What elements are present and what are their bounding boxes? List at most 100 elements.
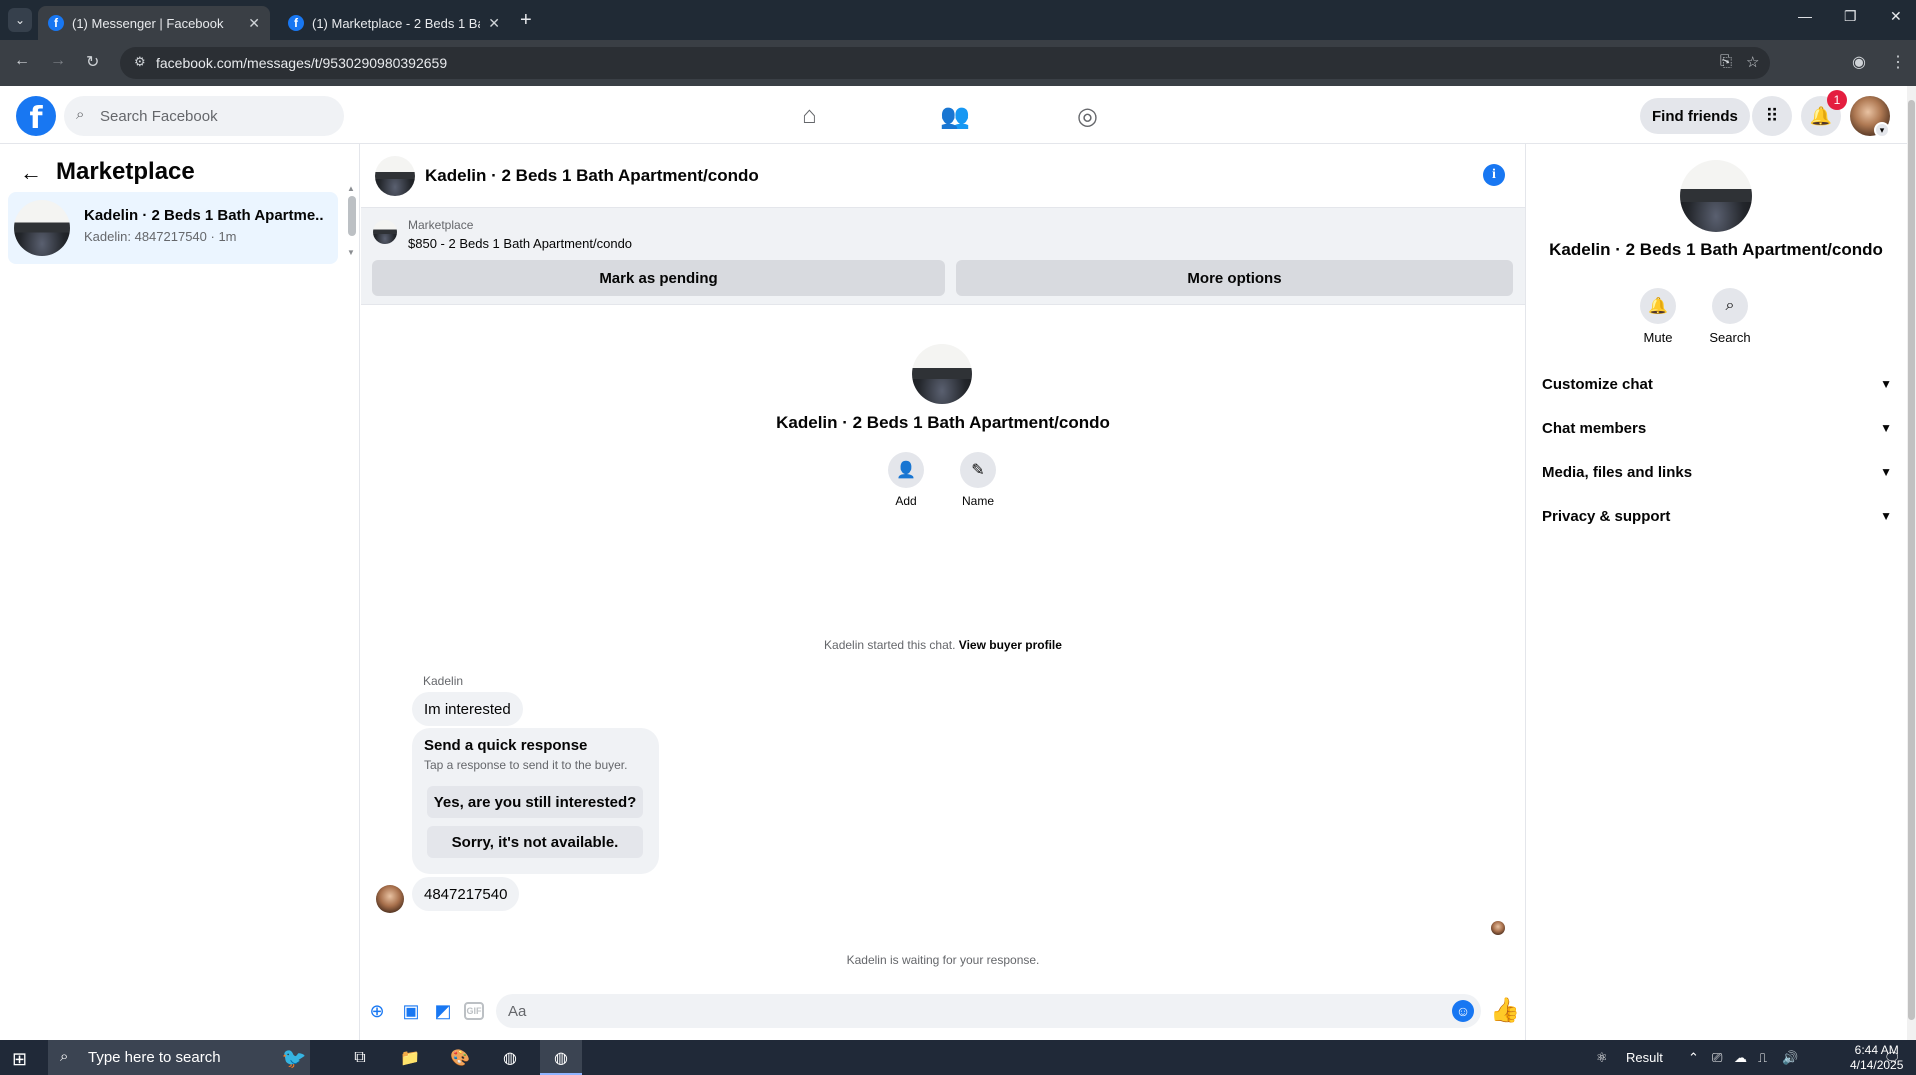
- conversation-preview: Kadelin: 4847217540 · 1m: [84, 229, 237, 244]
- url-text: facebook.com/messages/t/9530290980392659: [156, 55, 448, 71]
- listing-title[interactable]: $850 - 2 Beds 1 Bath Apartment/condo: [408, 236, 632, 251]
- info-icon[interactable]: i: [1483, 164, 1505, 186]
- paint-app-icon[interactable]: 🎨: [448, 1046, 472, 1070]
- emoji-icon[interactable]: ☺: [1452, 1000, 1474, 1022]
- chat-details-panel: Kadelin · 2 Beds 1 Bath Apartment/condo …: [1525, 144, 1907, 1040]
- section-label: Customize chat: [1542, 375, 1653, 393]
- message-bubble[interactable]: Im interested: [412, 692, 523, 726]
- facebook-logo-icon[interactable]: f: [16, 96, 56, 136]
- panel-title: Marketplace: [56, 158, 195, 185]
- result-label[interactable]: Result: [1626, 1050, 1663, 1065]
- close-tab-icon[interactable]: ✕: [248, 15, 260, 32]
- intro-avatar: [912, 344, 972, 404]
- section-label: Privacy & support: [1542, 507, 1671, 525]
- bookmark-star-icon[interactable]: ☆: [1746, 53, 1759, 71]
- section-label: Media, files and links: [1542, 463, 1693, 481]
- list-scrollbar[interactable]: [348, 196, 356, 236]
- taskbar-search[interactable]: ⌕ Type here to search: [48, 1040, 310, 1075]
- page-scrollbar-thumb[interactable]: [1908, 100, 1915, 1020]
- browser-profile-icon[interactable]: ◉: [1852, 52, 1866, 72]
- find-friends-button[interactable]: Find friends: [1640, 98, 1750, 134]
- name-label: Name: [961, 494, 994, 508]
- sender-name: Kadelin: [423, 674, 464, 688]
- conversation-name: Kadelin · 2 Beds 1 Bath Apartme...: [84, 207, 324, 224]
- windows-taskbar: ⊞ ⌕ Type here to search 🐦 ⧉ 📁 🎨 ◍ ◍ ⚛ Re…: [0, 1040, 1916, 1075]
- menu-grid-icon[interactable]: ⠿: [1752, 96, 1792, 136]
- browser-menu-icon[interactable]: ⋮: [1890, 52, 1906, 72]
- search-input[interactable]: [100, 96, 330, 136]
- address-bar[interactable]: ⚙ facebook.com/messages/t/95302909803926…: [120, 47, 1770, 79]
- mute-label: Mute: [1643, 330, 1673, 345]
- volume-icon[interactable]: 🔊: [1782, 1050, 1798, 1066]
- task-view-icon[interactable]: ⧉: [348, 1046, 372, 1070]
- back-button[interactable]: ←: [14, 52, 30, 70]
- result-app-icon[interactable]: ⚛: [1596, 1050, 1608, 1066]
- home-icon[interactable]: ⌂: [802, 102, 817, 130]
- quick-response-title: Send a quick response: [424, 737, 588, 754]
- chat-title[interactable]: Kadelin · 2 Beds 1 Bath Apartment/condo: [425, 166, 759, 186]
- bird-widget-icon[interactable]: 🐦: [282, 1046, 307, 1070]
- back-arrow-icon[interactable]: ←: [20, 160, 42, 186]
- section-label: Chat members: [1542, 419, 1647, 437]
- listing-thumbnail[interactable]: [373, 220, 397, 244]
- message-composer: [496, 994, 1481, 1028]
- section-chat-members[interactable]: Chat members ▼: [1542, 410, 1892, 446]
- quick-reply-still-interested-button[interactable]: Yes, are you still interested?: [427, 786, 643, 818]
- add-people-button[interactable]: 👤 Add: [886, 452, 926, 508]
- waiting-notice: Kadelin is waiting for your response.: [846, 953, 1040, 967]
- photo-attach-icon[interactable]: ▣: [400, 1000, 422, 1022]
- add-label: Add: [895, 494, 917, 508]
- tab-messenger[interactable]: f (1) Messenger | Facebook ✕: [38, 6, 270, 40]
- mark-as-pending-button[interactable]: Mark as pending: [372, 260, 945, 296]
- groups-icon[interactable]: ◎: [1077, 102, 1098, 131]
- chat-avatar[interactable]: [375, 156, 415, 196]
- sender-avatar[interactable]: [376, 885, 404, 913]
- quick-reply-not-available-button[interactable]: Sorry, it's not available.: [427, 826, 643, 858]
- notification-center-icon[interactable]: 🗨: [1884, 1050, 1901, 1066]
- marketplace-chat-list: ← Marketplace Kadelin · 2 Beds 1 Bath Ap…: [0, 144, 360, 1040]
- tab-search-dropdown[interactable]: ⌄: [8, 8, 32, 32]
- section-privacy-support[interactable]: Privacy & support ▼: [1542, 498, 1892, 534]
- close-tab-icon[interactable]: ✕: [488, 15, 500, 32]
- quick-response-card: Send a quick response Tap a response to …: [412, 728, 659, 874]
- started-text: Kadelin started this chat.: [824, 638, 956, 652]
- account-chevron-icon[interactable]: ▾: [1874, 122, 1890, 138]
- thumbs-up-icon[interactable]: 👍: [1490, 996, 1520, 1025]
- close-window-button[interactable]: ✕: [1890, 8, 1902, 25]
- message-input[interactable]: [508, 994, 1428, 1028]
- section-media-files-links[interactable]: Media, files and links ▼: [1542, 454, 1892, 490]
- message-bubble[interactable]: 4847217540: [412, 877, 520, 911]
- new-tab-button[interactable]: +: [520, 8, 532, 32]
- sticker-icon[interactable]: ◩: [432, 1000, 454, 1022]
- search-in-chat-button[interactable]: ⌕ Search: [1700, 288, 1760, 345]
- scroll-down-icon[interactable]: ▼: [347, 248, 355, 257]
- scroll-up-icon[interactable]: ▲: [347, 184, 355, 193]
- reload-button[interactable]: ↻: [86, 52, 99, 72]
- chrome-icon[interactable]: ◍: [498, 1046, 522, 1070]
- friends-icon[interactable]: 👥: [940, 102, 970, 131]
- forward-button[interactable]: →: [50, 52, 66, 70]
- site-info-icon[interactable]: ⚙: [134, 54, 146, 70]
- chrome-profile-icon[interactable]: ◍: [549, 1046, 573, 1070]
- cloud-icon[interactable]: ☁: [1734, 1050, 1747, 1066]
- plus-circle-icon[interactable]: ⊕: [366, 1000, 388, 1022]
- name-chat-button[interactable]: ✎ Name: [958, 452, 998, 508]
- file-explorer-icon[interactable]: 📁: [398, 1046, 422, 1070]
- windows-start-icon[interactable]: ⊞: [12, 1049, 27, 1070]
- conversation-item[interactable]: Kadelin · 2 Beds 1 Bath Apartme... Kadel…: [8, 192, 338, 264]
- facebook-search[interactable]: ⌕: [64, 96, 344, 136]
- mute-button[interactable]: 🔔 Mute: [1628, 288, 1688, 345]
- more-options-button[interactable]: More options: [956, 260, 1513, 296]
- gif-icon[interactable]: GIF: [464, 1002, 484, 1020]
- minimize-button[interactable]: —: [1798, 8, 1812, 24]
- install-app-icon[interactable]: ⎘: [1720, 53, 1732, 70]
- meet-icon[interactable]: ⎚: [1712, 1050, 1722, 1066]
- restore-button[interactable]: ❐: [1844, 8, 1857, 25]
- marketplace-label: Marketplace: [408, 218, 474, 232]
- view-buyer-profile-link[interactable]: View buyer profile: [959, 638, 1062, 652]
- section-customize-chat[interactable]: Customize chat ▼: [1542, 366, 1892, 402]
- tab-marketplace[interactable]: f (1) Marketplace - 2 Beds 1 Bath ✕: [278, 6, 510, 40]
- network-icon[interactable]: ⎍: [1758, 1050, 1767, 1066]
- tray-chevron-icon[interactable]: ⌃: [1688, 1050, 1699, 1066]
- page-scrollbar[interactable]: [1907, 86, 1916, 1040]
